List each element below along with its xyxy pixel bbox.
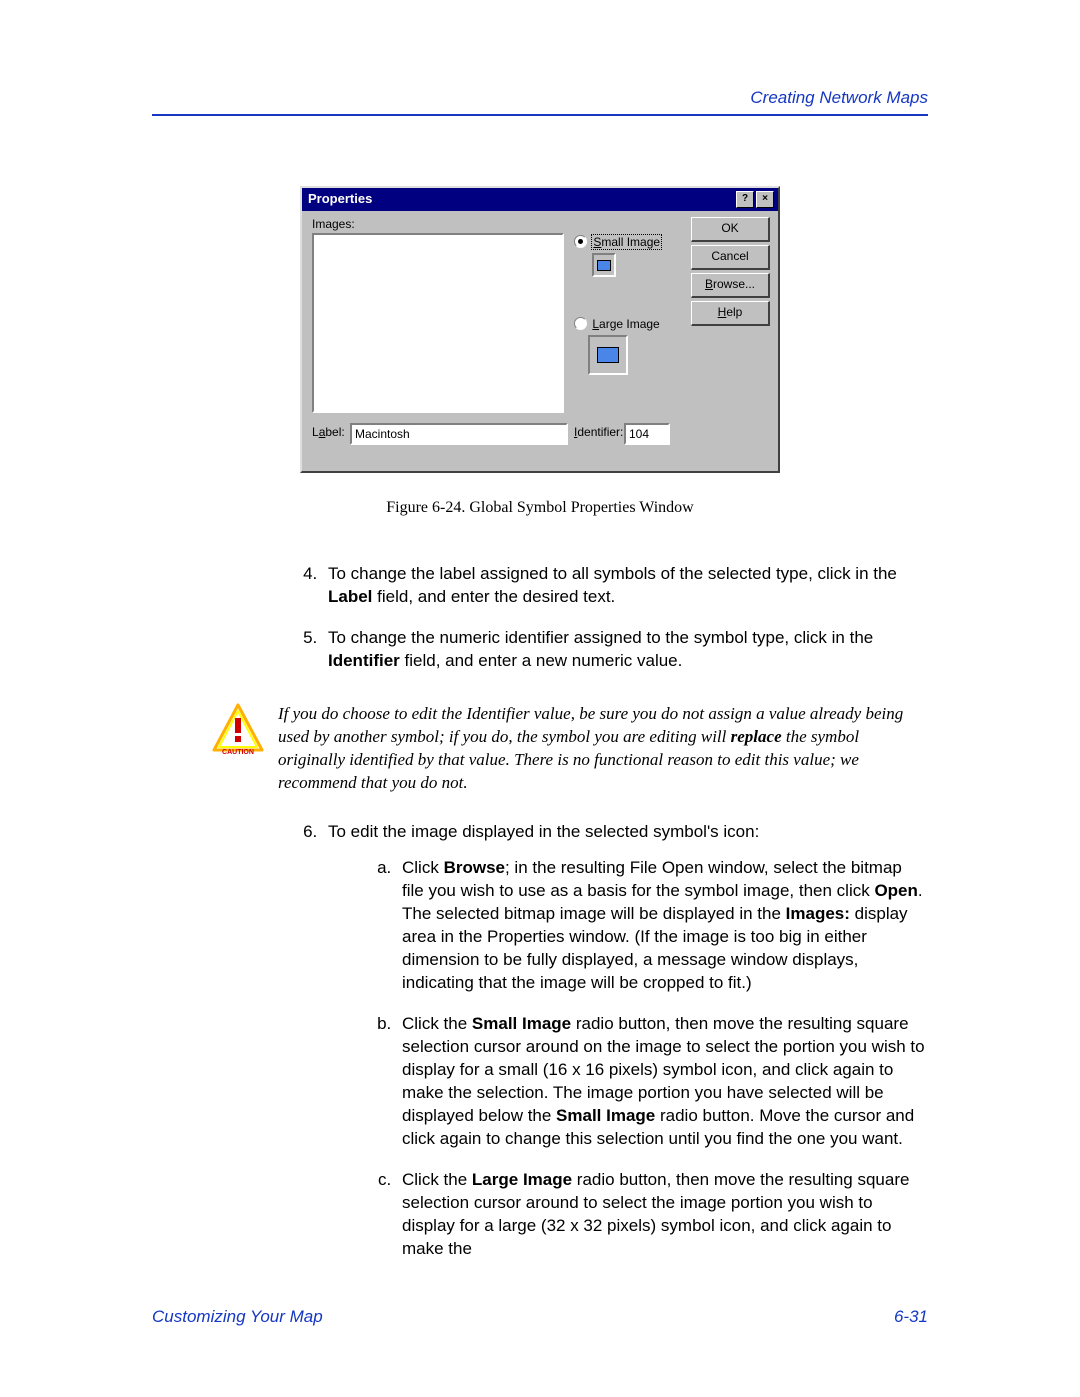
label-field-label: Label: bbox=[312, 425, 345, 439]
dialog-title-buttons: ? × bbox=[734, 191, 774, 208]
caution-label: CAUTION bbox=[222, 749, 254, 755]
properties-dialog: Properties ? × Images: Small Image bbox=[300, 186, 780, 473]
caution-icon: CAUTION bbox=[212, 703, 264, 755]
small-image-preview bbox=[592, 253, 616, 277]
images-label: Images: bbox=[312, 217, 355, 231]
figure: Properties ? × Images: Small Image bbox=[152, 186, 928, 517]
help-icon[interactable]: ? bbox=[736, 191, 754, 208]
large-image-radio[interactable]: Large Image bbox=[574, 317, 660, 331]
instruction-list: To change the label assigned to all symb… bbox=[282, 563, 928, 673]
header-section-title: Creating Network Maps bbox=[152, 88, 928, 114]
cancel-button[interactable]: Cancel bbox=[691, 245, 770, 270]
large-image-preview bbox=[588, 335, 628, 375]
radio-icon bbox=[574, 235, 587, 248]
radio-icon bbox=[574, 317, 587, 330]
header-rule bbox=[152, 114, 928, 116]
dialog-titlebar: Properties ? × bbox=[302, 188, 778, 211]
help-button[interactable]: Help bbox=[691, 301, 770, 326]
label-input[interactable]: Macintosh bbox=[350, 423, 568, 445]
caution-text: If you do choose to edit the Identifier … bbox=[278, 703, 928, 795]
monitor-icon bbox=[597, 347, 619, 363]
page: Creating Network Maps Properties ? × Ima… bbox=[0, 0, 1080, 1397]
images-listbox[interactable] bbox=[312, 233, 564, 413]
small-image-label: Small Image bbox=[591, 234, 662, 250]
large-image-label: Large Image bbox=[592, 317, 659, 331]
step-4: To change the label assigned to all symb… bbox=[322, 563, 928, 609]
footer-left: Customizing Your Map bbox=[152, 1307, 323, 1327]
step-6a: Click Browse; in the resulting File Open… bbox=[396, 857, 928, 995]
page-footer: Customizing Your Map 6-31 bbox=[152, 1307, 928, 1327]
instruction-list-cont: To edit the image displayed in the selec… bbox=[282, 821, 928, 1261]
dialog-body: Images: Small Image Large Image Label: bbox=[302, 211, 778, 471]
figure-caption: Figure 6-24. Global Symbol Properties Wi… bbox=[152, 499, 928, 517]
browse-button[interactable]: Browse... bbox=[691, 273, 770, 298]
step-5: To change the numeric identifier assigne… bbox=[322, 627, 928, 673]
identifier-input[interactable]: 104 bbox=[624, 423, 670, 445]
step-6c: Click the Large Image radio button, then… bbox=[396, 1169, 928, 1261]
dialog-title: Properties bbox=[308, 190, 372, 208]
footer-right: 6-31 bbox=[894, 1307, 928, 1327]
identifier-field-label: Identifier: bbox=[574, 425, 623, 439]
close-icon[interactable]: × bbox=[756, 191, 774, 208]
monitor-icon bbox=[597, 260, 611, 271]
step-6: To edit the image displayed in the selec… bbox=[322, 821, 928, 1261]
ok-button[interactable]: OK bbox=[691, 217, 770, 242]
step-6b: Click the Small Image radio button, then… bbox=[396, 1013, 928, 1151]
step-6-substeps: Click Browse; in the resulting File Open… bbox=[356, 857, 928, 1260]
small-image-radio[interactable]: Small Image bbox=[574, 235, 662, 249]
caution-block: CAUTION If you do choose to edit the Ide… bbox=[212, 703, 928, 795]
